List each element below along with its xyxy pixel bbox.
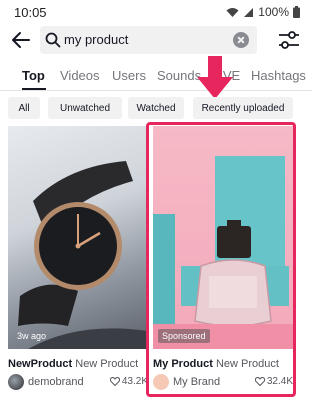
search-input[interactable]: my product [40,26,257,54]
watch-image [18,161,148,349]
chip-recently-uploaded[interactable]: Recently uploaded [193,97,293,119]
chip-watched[interactable]: Watched [128,97,184,119]
card-title-rest: New Product [72,358,139,370]
signal-icon [244,7,254,17]
chip-all[interactable]: All [8,97,40,119]
tab-top[interactable]: Top [22,68,45,83]
wifi-icon [226,7,239,17]
tab-hashtags[interactable]: Hashtags [251,68,306,83]
status-indicators: 100% [226,5,300,19]
battery-icon [293,6,300,18]
status-bar: 10:05 100% [0,0,312,24]
annotation-arrow-head [197,77,233,99]
card-title: NewProduct New Product [8,358,148,370]
card-title-bold: NewProduct [8,358,73,370]
tab-videos[interactable]: Videos [60,68,100,83]
search-row: my product [0,26,312,56]
video-thumbnail[interactable]: 3w ago [8,126,148,349]
like-count-value: 43.2K [121,376,148,387]
annotation-arrow-shaft [208,56,222,78]
back-arrow-icon[interactable] [10,29,32,51]
search-query: my product [64,32,129,47]
heart-icon [109,377,120,386]
battery-percent: 100% [258,5,289,19]
avatar[interactable] [8,374,24,390]
search-tabs: Top Videos Users Sounds LIVE Hashtags [0,64,312,90]
upload-age-badge: 3w ago [17,331,47,341]
search-icon [45,32,61,48]
tab-sounds[interactable]: Sounds [157,68,201,83]
clear-icon[interactable] [233,32,249,48]
card-meta: demobrand 43.2K [8,374,148,392]
tab-users[interactable]: Users [112,68,146,83]
annotation-highlight-box [146,122,296,397]
author-name[interactable]: demobrand [28,376,84,388]
status-time: 10:05 [14,5,47,20]
like-count: 43.2K [109,376,148,387]
tabs-divider [0,90,312,91]
filter-sliders-icon[interactable] [278,30,300,50]
chip-unwatched[interactable]: Unwatched [48,97,122,119]
